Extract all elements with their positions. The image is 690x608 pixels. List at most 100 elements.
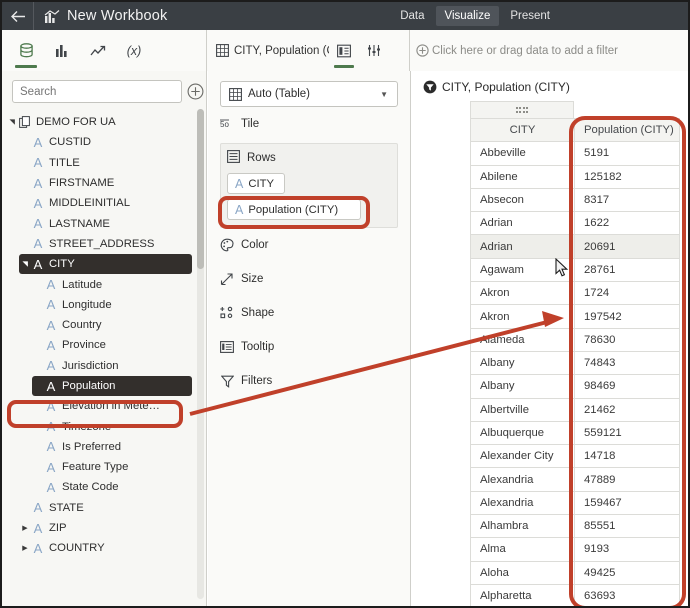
sidebar-field-state-code[interactable]: A State Code — [32, 477, 192, 497]
sheet-tab-label: CITY, Population (CI... — [234, 44, 329, 57]
cell-city: Alameda — [470, 327, 575, 352]
rows-shelf-label: Rows — [247, 152, 276, 164]
drag-dots-icon — [515, 107, 529, 113]
search-input[interactable] — [12, 80, 182, 103]
chevron-down-icon: ◢ — [9, 119, 16, 125]
cell-city: Alma — [470, 537, 575, 562]
shelf-color[interactable]: Color — [220, 228, 398, 262]
field-list: ◢ DEMO FOR UA A CUSTID A TITLE A FIRSTNAME A MIDD… — [2, 109, 206, 559]
sidebar-field-feature-type[interactable]: A Feature Type — [32, 457, 192, 477]
sidebar-field-custid[interactable]: A CUSTID — [19, 132, 192, 152]
shelf-size[interactable]: Size — [220, 262, 398, 296]
mark-type-dropdown[interactable]: Auto (Table) ▼ — [220, 81, 398, 107]
sidebar-field-state[interactable]: A STATE — [19, 498, 192, 518]
cell-city: Alhambra — [470, 514, 575, 539]
top-nav: Data Visualize Present — [390, 2, 688, 30]
sidebar-field-zip[interactable]: ▶ A ZIP — [19, 518, 192, 538]
text-field-icon: A — [46, 439, 56, 455]
sidebar-field-country[interactable]: A Country — [32, 315, 192, 335]
color-palette-icon — [220, 238, 234, 252]
sidebar-field-label: Longitude — [62, 298, 112, 311]
cell-city: Abbeville — [470, 141, 575, 166]
shelf-shape-label: Shape — [241, 307, 275, 319]
trend-line-icon[interactable] — [80, 30, 116, 71]
sidebar-field-label: Province — [62, 339, 106, 352]
back-arrow-icon[interactable] — [2, 2, 34, 30]
sidebar-field-latitude[interactable]: A Latitude — [32, 274, 192, 294]
sidebar-field-city[interactable]: ◢ A CITY — [19, 254, 192, 275]
rows-icon — [227, 150, 240, 166]
column-header-city[interactable]: CITY — [470, 117, 575, 143]
sidebar-field-label: MIDDLEINITIAL — [49, 197, 130, 210]
text-field-icon: A — [33, 155, 43, 171]
active-indicator — [334, 65, 354, 68]
filter-funnel-icon — [220, 375, 234, 388]
bar-chart-icon[interactable] — [44, 30, 80, 71]
sidebar-field-province[interactable]: A Province — [32, 335, 192, 355]
sidebar-field-title[interactable]: A TITLE — [19, 153, 192, 173]
shelf-color-label: Color — [241, 239, 269, 251]
shelf-tile[interactable]: 5o Tile — [220, 107, 398, 141]
text-field-icon: A — [46, 358, 56, 374]
cell-city: Albertville — [470, 397, 575, 422]
cell-city: Alexandria — [470, 490, 575, 516]
sidebar-scrollbar-thumb[interactable] — [197, 109, 204, 269]
plus-circle-icon — [416, 44, 429, 57]
sidebar-field-firstname[interactable]: A FIRSTNAME — [19, 173, 192, 193]
sidebar-field-label: Population — [62, 380, 116, 392]
data-sidebar: ◢ DEMO FOR UA A CUSTID A TITLE A FIRSTNAME A MIDD… — [2, 71, 207, 606]
sidebar-field-label: COUNTRY — [49, 542, 105, 555]
sidebar-field-label: STATE — [49, 501, 84, 514]
sheet-tab[interactable]: CITY, Population (CI... — [207, 44, 329, 57]
sidebar-field-country[interactable]: ▶ A COUNTRY — [19, 538, 192, 558]
marks-panel: Auto (Table) ▼ 5o Tile Rows A CITY A Pop… — [208, 71, 411, 606]
sidebar-field-street-address[interactable]: A STREET_ADDRESS — [19, 234, 192, 254]
sidebar-field-longitude[interactable]: A Longitude — [32, 295, 192, 315]
rows-shelf-header: Rows — [227, 148, 391, 168]
cell-city: Alexandria — [470, 467, 575, 492]
shelf-tooltip[interactable]: Tooltip — [220, 330, 398, 364]
shelf-shape[interactable]: Shape — [220, 296, 398, 330]
sidebar-field-label: ZIP — [49, 522, 67, 535]
viz-title-label: CITY, Population (CITY) — [442, 80, 570, 94]
layout-panel-icon[interactable] — [329, 30, 359, 71]
sidebar-field-population[interactable]: A Population — [32, 375, 192, 397]
sidebar-field-is-preferred[interactable]: A Is Preferred — [32, 437, 192, 457]
sidebar-field-label: FIRSTNAME — [49, 177, 115, 190]
sidebar-field-lastname[interactable]: A LASTNAME — [19, 213, 192, 233]
sidebar-field-label: STREET_ADDRESS — [49, 237, 155, 250]
shelf-size-label: Size — [241, 273, 264, 285]
pill-city[interactable]: A CITY — [227, 173, 286, 194]
text-field-icon: A — [46, 378, 56, 394]
cell-city: Alexander City — [470, 444, 575, 469]
toolbar: (x) CITY, Population (CI... — [2, 30, 688, 71]
sidebar-field-jurisdiction[interactable]: A Jurisdiction — [32, 356, 192, 376]
datasource-icon — [18, 116, 32, 129]
sidebar-field-demo-for-ua[interactable]: ◢ DEMO FOR UA — [6, 112, 192, 132]
cell-city: Albany — [470, 374, 575, 399]
text-field-icon: A — [46, 317, 56, 333]
text-field-icon: A — [33, 216, 43, 232]
sidebar-field-middleinitial[interactable]: A MIDDLEINITIAL — [19, 193, 192, 213]
filter-hint[interactable]: Click here or drag data to add a filter — [416, 44, 618, 57]
sliders-settings-icon[interactable] — [359, 30, 389, 71]
nav-present[interactable]: Present — [501, 6, 559, 26]
viz-title: CITY, Population (CITY) — [412, 71, 688, 101]
population-column-highlight — [569, 116, 686, 606]
database-icon[interactable] — [8, 30, 44, 71]
shelf-filters[interactable]: Filters — [220, 364, 398, 398]
filter-shelf[interactable]: Click here or drag data to add a filter — [410, 30, 688, 71]
drag-dots-handle[interactable] — [470, 101, 574, 118]
pill-city-label: CITY — [248, 177, 275, 190]
nav-visualize[interactable]: Visualize — [435, 6, 500, 26]
sidebar-field-label: CITY — [49, 258, 75, 271]
cell-city: Abilene — [470, 164, 575, 189]
text-field-icon: A — [33, 520, 43, 536]
shelf-tooltip-label: Tooltip — [241, 341, 275, 353]
text-field-icon: A — [46, 277, 56, 293]
add-field-button[interactable] — [187, 81, 204, 103]
active-indicator — [15, 65, 37, 68]
text-field-icon: A — [46, 337, 56, 353]
calculation-fx-icon[interactable]: (x) — [116, 30, 152, 71]
nav-data[interactable]: Data — [391, 6, 433, 26]
